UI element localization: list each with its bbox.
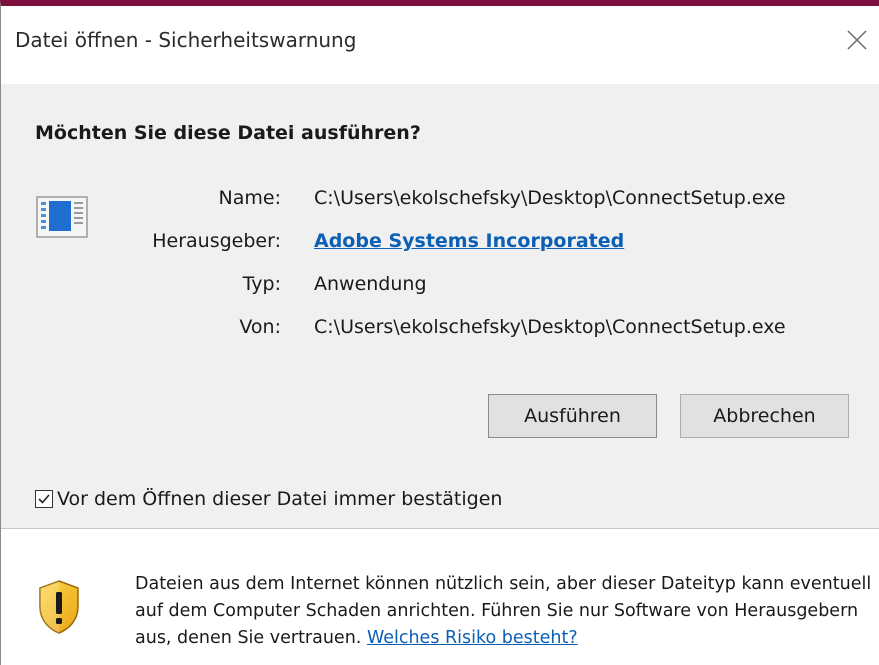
title-bar: Datei öffnen - Sicherheitswarnung <box>1 6 879 84</box>
name-label: Name: <box>218 187 281 209</box>
dialog-question: Möchten Sie diese Datei ausführen? <box>35 122 421 144</box>
info-row-from: Von: C:\Users\ekolschefsky\Desktop\Conne… <box>1 314 879 344</box>
security-warning-dialog: Datei öffnen - Sicherheitswarnung Möchte… <box>0 0 879 665</box>
info-row-type: Typ: Anwendung <box>1 271 879 301</box>
warning-message: Dateien aus dem Internet können nützlich… <box>135 571 875 652</box>
close-button[interactable] <box>835 18 879 62</box>
window-title: Datei öffnen - Sicherheitswarnung <box>15 28 357 52</box>
checkmark-icon <box>38 494 50 504</box>
dialog-content: Möchten Sie diese Datei ausführen? Name:… <box>1 84 879 529</box>
type-value: Anwendung <box>314 273 427 295</box>
publisher-link[interactable]: Adobe Systems Incorporated <box>314 230 624 252</box>
run-button[interactable]: Ausführen <box>488 394 657 438</box>
always-confirm-label: Vor dem Öffnen dieser Datei immer bestät… <box>57 488 503 510</box>
warning-footer: Dateien aus dem Internet können nützlich… <box>1 529 879 665</box>
risk-link[interactable]: Welches Risiko besteht? <box>367 628 578 648</box>
type-label: Typ: <box>242 273 281 295</box>
info-row-publisher: Herausgeber: Adobe Systems Incorporated <box>1 228 879 258</box>
always-confirm-checkbox-row[interactable]: Vor dem Öffnen dieser Datei immer bestät… <box>35 487 502 511</box>
close-icon <box>847 30 867 50</box>
info-row-name: Name: C:\Users\ekolschefsky\Desktop\Conn… <box>1 185 879 215</box>
name-value: C:\Users\ekolschefsky\Desktop\ConnectSet… <box>314 187 786 209</box>
from-value: C:\Users\ekolschefsky\Desktop\ConnectSet… <box>314 316 786 338</box>
cancel-button[interactable]: Abbrechen <box>680 394 849 438</box>
always-confirm-checkbox[interactable] <box>35 490 53 508</box>
publisher-label: Herausgeber: <box>152 230 281 252</box>
from-label: Von: <box>239 316 281 338</box>
warning-shield-icon <box>39 580 79 634</box>
